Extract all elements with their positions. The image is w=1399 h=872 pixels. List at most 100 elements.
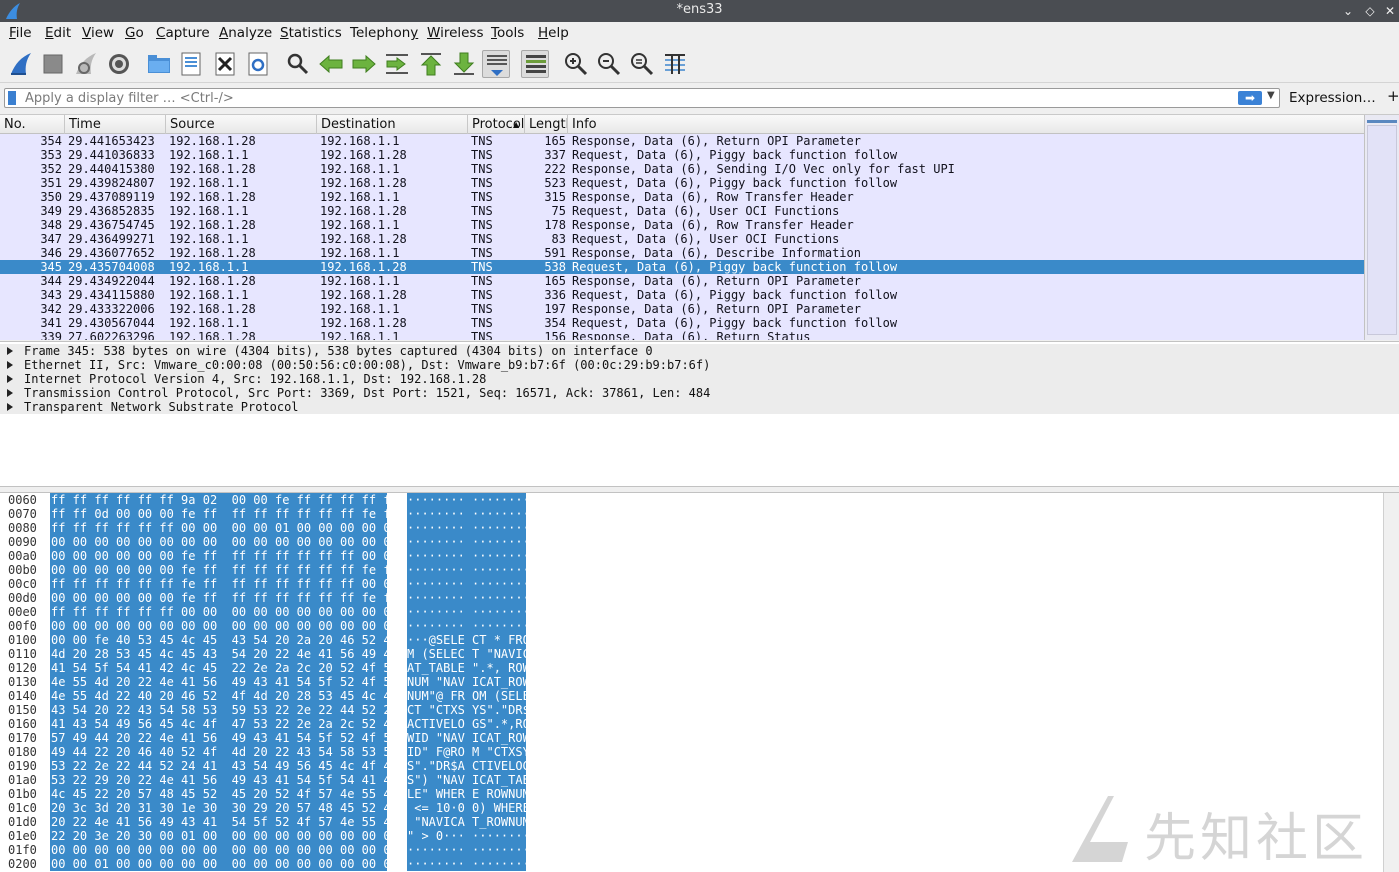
go-forward-icon[interactable] <box>350 50 378 78</box>
bytes-ascii[interactable]: NUM "NAV ICAT_ROW <box>407 675 530 689</box>
resize-columns-icon[interactable] <box>661 50 689 78</box>
bytes-ascii[interactable]: LE" WHER E ROWNUM <box>407 787 530 801</box>
bytes-hex[interactable]: 00 00 00 00 00 00 00 00 00 00 00 00 00 0… <box>50 843 398 857</box>
bytes-hex[interactable]: 00 00 01 00 00 00 00 00 00 00 00 00 00 0… <box>50 857 398 871</box>
zoom-out-icon[interactable] <box>595 50 623 78</box>
packet-row[interactable]: 339 27.602263296 192.168.1.28 192.168.1.1 TN… <box>0 330 1364 340</box>
zoom-in-icon[interactable] <box>562 50 590 78</box>
bytes-hex[interactable]: 00 00 00 00 00 00 fe ff ff ff ff ff ff f… <box>50 549 398 563</box>
bytes-hex[interactable]: 00 00 00 00 00 00 fe ff ff ff ff ff ff f… <box>50 563 398 577</box>
bytes-hex[interactable]: ff ff 0d 00 00 00 fe ff ff ff ff ff ff f… <box>50 507 398 521</box>
column-header-source[interactable]: Source <box>166 115 317 134</box>
column-header-time[interactable]: Time <box>65 115 166 134</box>
filter-bookmark-icon[interactable] <box>8 91 16 105</box>
packet-row[interactable]: 353 29.441036833 192.168.1.1 192.168.1.28 TN… <box>0 148 1364 162</box>
bytes-ascii[interactable]: ········ ········ <box>407 577 530 591</box>
expand-arrow-icon[interactable] <box>7 375 13 383</box>
detail-tree-item[interactable]: Transmission Control Protocol, Src Port:… <box>0 386 1399 400</box>
bytes-ascii[interactable]: M (SELEC T "NAVIC <box>407 647 530 661</box>
packet-row[interactable]: 354 29.441653423 192.168.1.28 192.168.1.1 TN… <box>0 134 1364 148</box>
expand-arrow-icon[interactable] <box>7 403 13 411</box>
capture-options-gear-icon[interactable] <box>105 50 133 78</box>
bytes-hex[interactable]: 4e 55 4d 20 22 4e 41 56 49 43 41 54 5f 5… <box>50 675 398 689</box>
bytes-ascii[interactable]: ········ ········ <box>407 507 530 521</box>
menu-help[interactable]: Help <box>538 25 569 41</box>
bytes-hex[interactable]: 00 00 00 00 00 00 fe ff ff ff ff ff ff f… <box>50 591 398 605</box>
column-header-length[interactable]: Length <box>525 115 568 134</box>
menu-go[interactable]: Go <box>125 25 144 41</box>
expression-button[interactable]: Expression… <box>1289 90 1376 106</box>
column-header-protocol[interactable]: Protocol ▲ <box>468 115 525 134</box>
autoscroll-icon[interactable] <box>482 50 510 78</box>
bytes-ascii[interactable]: ········ ········ <box>407 493 530 507</box>
shark-fin-start-icon[interactable] <box>7 50 35 78</box>
packet-row[interactable]: 346 29.436077652 192.168.1.28 192.168.1.1 TN… <box>0 246 1364 260</box>
detail-tree-item[interactable]: Frame 345: 538 bytes on wire (4304 bits)… <box>0 344 1399 358</box>
bytes-hex[interactable]: 49 44 22 20 46 40 52 4f 4d 20 22 43 54 5… <box>50 745 398 759</box>
bytes-hex[interactable]: ff ff ff ff ff ff 00 00 00 00 01 00 00 0… <box>50 521 398 535</box>
bytes-hex[interactable]: 43 54 20 22 43 54 58 53 59 53 22 2e 22 4… <box>50 703 398 717</box>
maximize-icon[interactable]: ◇ <box>1361 1 1379 21</box>
bytes-ascii[interactable]: ········ ········ <box>407 857 530 871</box>
menu-edit[interactable]: Edit <box>45 25 71 41</box>
menu-analyze[interactable]: Analyze <box>219 25 272 41</box>
bytes-hex[interactable]: 53 22 29 20 22 4e 41 56 49 43 41 54 5f 5… <box>50 773 398 787</box>
colorize-icon[interactable] <box>521 50 549 78</box>
detail-tree-item[interactable]: Transparent Network Substrate Protocol <box>0 400 1399 414</box>
bytes-hex[interactable]: 4e 55 4d 22 40 20 46 52 4f 4d 20 28 53 4… <box>50 689 398 703</box>
filter-history-dropdown-icon[interactable]: ▼ <box>1267 90 1275 101</box>
last-packet-icon[interactable] <box>450 50 478 78</box>
open-folder-icon[interactable] <box>145 50 173 78</box>
menu-view[interactable]: View <box>82 25 114 41</box>
menu-telephony[interactable]: Telephony <box>350 25 418 41</box>
normal-size-icon[interactable] <box>628 50 656 78</box>
bytes-hex[interactable]: 4c 45 22 20 57 48 45 52 45 20 52 4f 57 4… <box>50 787 398 801</box>
bytes-hex[interactable]: ff ff ff ff ff ff fe ff ff ff ff ff ff f… <box>50 577 398 591</box>
bytes-ascii[interactable]: ········ ········ <box>407 563 530 577</box>
bytes-hex[interactable]: 20 3c 3d 20 31 30 1e 30 30 29 20 57 48 4… <box>50 801 398 815</box>
packet-row[interactable]: 351 29.439824807 192.168.1.1 192.168.1.28 TN… <box>0 176 1364 190</box>
go-back-icon[interactable] <box>317 50 345 78</box>
packet-row[interactable]: 343 29.434115880 192.168.1.1 192.168.1.28 TN… <box>0 288 1364 302</box>
packet-row[interactable]: 350 29.437089119 192.168.1.28 192.168.1.1 TN… <box>0 190 1364 204</box>
bytes-hex[interactable]: 00 00 00 00 00 00 00 00 00 00 00 00 00 0… <box>50 619 398 633</box>
close-file-icon[interactable] <box>211 50 239 78</box>
bytes-ascii[interactable]: ········ ········ <box>407 521 530 535</box>
packet-row[interactable]: 341 29.430567044 192.168.1.1 192.168.1.28 TN… <box>0 316 1364 330</box>
packet-row[interactable]: 349 29.436852835 192.168.1.1 192.168.1.28 TN… <box>0 204 1364 218</box>
bytes-ascii[interactable]: WID "NAV ICAT_ROW <box>407 731 530 745</box>
minimize-icon[interactable]: ⌄ <box>1339 1 1357 21</box>
bytes-ascii[interactable]: ········ ········ <box>407 549 530 563</box>
add-filter-button[interactable]: + <box>1387 87 1399 105</box>
go-to-packet-icon[interactable] <box>383 50 411 78</box>
bytes-hex[interactable]: ff ff ff ff ff ff 9a 02 00 00 fe ff ff f… <box>50 493 398 507</box>
menu-file[interactable]: File <box>9 25 32 41</box>
bytes-hex[interactable]: 53 22 2e 22 44 52 24 41 43 54 49 56 45 4… <box>50 759 398 773</box>
bytes-ascii[interactable]: ACTIVELO GS".*,RO <box>407 717 530 731</box>
bytes-ascii[interactable]: ········ ········ <box>407 843 530 857</box>
restart-fin-icon[interactable] <box>72 50 100 78</box>
packet-list-minimap[interactable] <box>1367 125 1397 335</box>
bytes-hex[interactable]: 41 43 54 49 56 45 4c 4f 47 53 22 2e 2a 2… <box>50 717 398 731</box>
expand-arrow-icon[interactable] <box>7 347 13 355</box>
expand-arrow-icon[interactable] <box>7 361 13 369</box>
bytes-ascii[interactable]: NUM"@ FR OM (SELE <box>407 689 530 703</box>
save-file-icon[interactable] <box>177 50 205 78</box>
display-filter-input[interactable]: Apply a display filter … <Ctrl-/> ➡ ▼ <box>4 88 1280 108</box>
detail-tree-item[interactable]: Internet Protocol Version 4, Src: 192.16… <box>0 372 1399 386</box>
bytes-hex[interactable]: 00 00 fe 40 53 45 4c 45 43 54 20 2a 20 4… <box>50 633 398 647</box>
packet-list-scrollbar[interactable] <box>1364 115 1399 340</box>
bytes-hex[interactable]: 57 49 44 20 22 4e 41 56 49 43 41 54 5f 5… <box>50 731 398 745</box>
bytes-ascii[interactable]: ········ ········ <box>407 619 530 633</box>
packet-row[interactable]: 348 29.436754745 192.168.1.28 192.168.1.1 TN… <box>0 218 1364 232</box>
bytes-hex[interactable]: ff ff ff ff ff ff 00 00 00 00 00 00 00 0… <box>50 605 398 619</box>
packet-row[interactable]: 347 29.436499271 192.168.1.1 192.168.1.28 TN… <box>0 232 1364 246</box>
column-header-info[interactable]: Info <box>568 115 1364 134</box>
expand-arrow-icon[interactable] <box>7 389 13 397</box>
bytes-ascii[interactable]: ········ ········ <box>407 605 530 619</box>
packet-row[interactable]: 344 29.434922044 192.168.1.28 192.168.1.1 TN… <box>0 274 1364 288</box>
bytes-hex[interactable]: 20 22 4e 41 56 49 43 41 54 5f 52 4f 57 4… <box>50 815 398 829</box>
menu-statistics[interactable]: Statistics <box>280 25 342 41</box>
menu-wireless[interactable]: Wireless <box>427 25 484 41</box>
bytes-ascii[interactable]: " > 0··· ········ <box>407 829 530 843</box>
